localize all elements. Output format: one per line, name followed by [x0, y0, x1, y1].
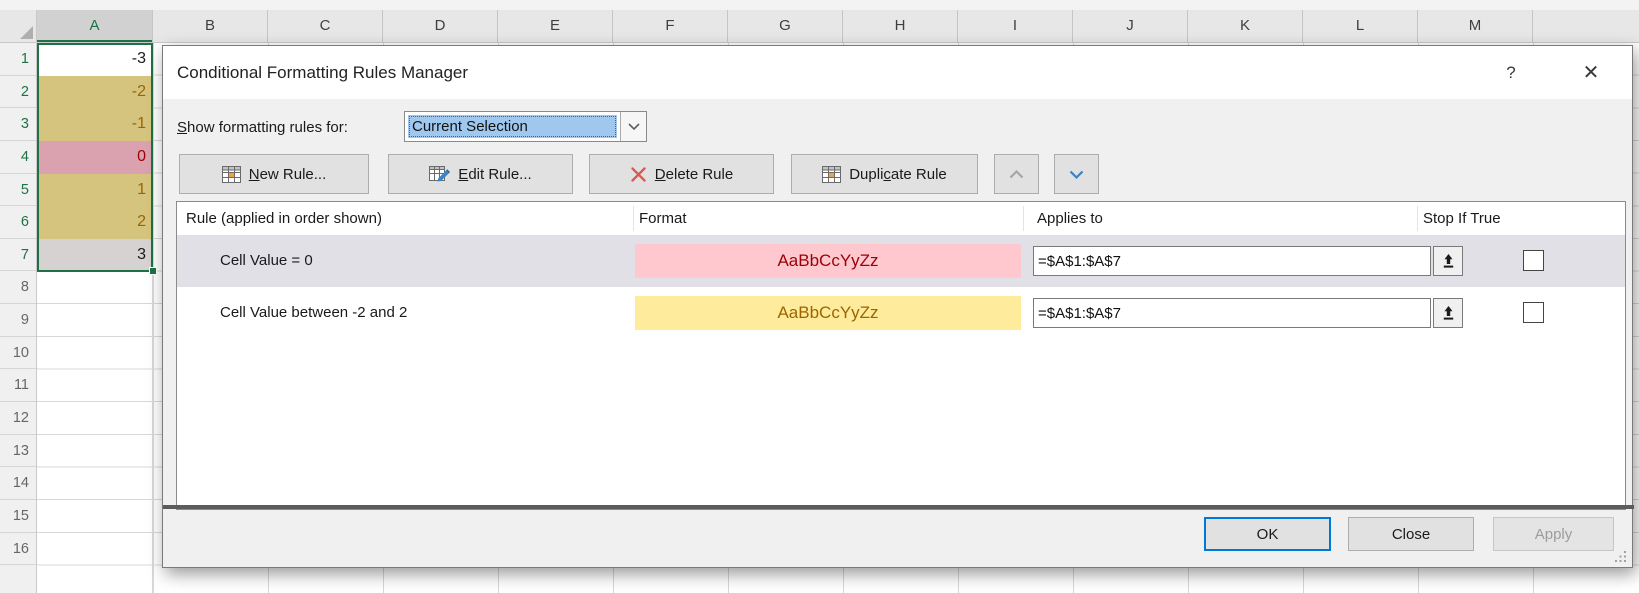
close-button[interactable]: Close [1348, 517, 1474, 551]
applies-to-field [1033, 298, 1463, 328]
rule-description: Cell Value = 0 [220, 235, 313, 287]
show-rules-for-combobox[interactable]: Current Selection [404, 111, 647, 142]
applies-to-input[interactable] [1033, 246, 1431, 276]
column-header-partial[interactable] [1533, 10, 1639, 42]
column-header-G[interactable]: G [728, 10, 843, 42]
column-header-K[interactable]: K [1188, 10, 1303, 42]
range-picker-button[interactable] [1433, 246, 1463, 276]
row-header-2[interactable]: 2 [0, 76, 36, 109]
edit-rule-label: Edit Rule... [458, 166, 531, 183]
applies-to-field [1033, 246, 1463, 276]
duplicate-rule-label: Duplicate Rule [849, 166, 947, 183]
conditional-formatting-rules-manager-dialog: Conditional Formatting Rules Manager ? ✕… [162, 45, 1633, 568]
row-header-3[interactable]: 3 [0, 108, 36, 141]
row-header-15[interactable]: 15 [0, 500, 36, 533]
stop-if-true-checkbox[interactable] [1523, 302, 1544, 323]
footer-separator [163, 505, 1634, 509]
new-rule-label: New Rule... [249, 166, 327, 183]
range-picker-button[interactable] [1433, 298, 1463, 328]
header-rule: Rule (applied in order shown) [186, 202, 382, 235]
column-header-L[interactable]: L [1303, 10, 1418, 42]
column-header-D[interactable]: D [383, 10, 498, 42]
row-header-column: 12345678910111213141516 [0, 43, 37, 593]
rules-list-header: Rule (applied in order shown) Format App… [177, 202, 1625, 235]
rule-row[interactable]: Cell Value between -2 and 2 AaBbCcYyZz [177, 287, 1625, 339]
column-header-H[interactable]: H [843, 10, 958, 42]
new-rule-table-icon [222, 166, 241, 183]
delete-rule-button[interactable]: Delete Rule [589, 154, 774, 194]
row-header-16[interactable]: 16 [0, 533, 36, 566]
chevron-up-icon [1008, 169, 1025, 180]
rule-row[interactable]: Cell Value = 0 AaBbCcYyZz [177, 235, 1625, 287]
combobox-dropdown-button[interactable] [620, 112, 646, 141]
column-header-F[interactable]: F [613, 10, 728, 42]
column-header-A[interactable]: A [37, 10, 153, 42]
chevron-down-icon [1068, 169, 1085, 180]
column-header-B[interactable]: B [153, 10, 268, 42]
column-header-I[interactable]: I [958, 10, 1073, 42]
row-header-6[interactable]: 6 [0, 206, 36, 239]
collapse-dialog-icon [1441, 253, 1456, 269]
close-icon: ✕ [1583, 60, 1600, 85]
duplicate-rule-table-icon [822, 166, 841, 183]
dialog-close-button[interactable]: ✕ [1563, 46, 1619, 99]
help-button[interactable]: ? [1491, 46, 1531, 99]
rule-format-preview: AaBbCcYyZz [635, 244, 1021, 278]
row-header-5[interactable]: 5 [0, 174, 36, 207]
header-applies-to: Applies to [1037, 202, 1103, 235]
row-header-10[interactable]: 10 [0, 337, 36, 370]
help-icon: ? [1506, 63, 1515, 83]
row-header-13[interactable]: 13 [0, 435, 36, 468]
move-rule-down-button[interactable] [1054, 154, 1099, 194]
header-format: Format [639, 202, 687, 235]
ok-button[interactable]: OK [1204, 517, 1331, 551]
row-header-9[interactable]: 9 [0, 304, 36, 337]
collapse-dialog-icon [1441, 305, 1456, 321]
row-header-11[interactable]: 11 [0, 369, 36, 402]
column-header-C[interactable]: C [268, 10, 383, 42]
duplicate-rule-button[interactable]: Duplicate Rule [791, 154, 978, 194]
selection-border [37, 43, 153, 272]
selection-fill-handle[interactable] [149, 267, 157, 275]
row-header-14[interactable]: 14 [0, 467, 36, 500]
resize-grip-icon[interactable] [1614, 550, 1627, 563]
column-header-M[interactable]: M [1418, 10, 1533, 42]
header-separator [1023, 206, 1024, 231]
header-stop-if-true: Stop If True [1423, 202, 1501, 235]
header-separator [1417, 206, 1418, 231]
rule-format-preview: AaBbCcYyZz [635, 296, 1021, 330]
delete-rule-label: Delete Rule [655, 166, 733, 183]
edit-rule-button[interactable]: Edit Rule... [388, 154, 573, 194]
rule-description: Cell Value between -2 and 2 [220, 287, 407, 339]
sheet-top-strip [0, 0, 1639, 10]
column-header-row: ABCDEFGHIJKLM [37, 10, 1639, 43]
chevron-down-icon [627, 122, 641, 131]
select-all-corner[interactable] [0, 10, 37, 43]
column-header-E[interactable]: E [498, 10, 613, 42]
row-header-7[interactable]: 7 [0, 239, 36, 272]
rules-list: Rule (applied in order shown) Format App… [176, 201, 1626, 510]
combobox-selected-value: Current Selection [408, 115, 617, 138]
move-rule-up-button[interactable] [994, 154, 1039, 194]
show-rules-for-label: Show formatting rules for: [177, 112, 348, 143]
row-header-8[interactable]: 8 [0, 271, 36, 304]
header-separator [633, 206, 634, 231]
row-header-1[interactable]: 1 [0, 43, 36, 76]
stop-if-true-checkbox[interactable] [1523, 250, 1544, 271]
select-all-triangle-icon [20, 26, 33, 39]
row-header-4[interactable]: 4 [0, 141, 36, 174]
rules-rows: Cell Value = 0 AaBbCcYyZz Cell Value bet… [177, 235, 1625, 339]
dialog-title: Conditional Formatting Rules Manager [177, 46, 468, 99]
delete-x-icon [630, 166, 647, 183]
edit-rule-pencil-icon [429, 165, 450, 183]
column-header-J[interactable]: J [1073, 10, 1188, 42]
row-header-12[interactable]: 12 [0, 402, 36, 435]
applies-to-input[interactable] [1033, 298, 1431, 328]
new-rule-button[interactable]: New Rule... [179, 154, 369, 194]
apply-button[interactable]: Apply [1493, 517, 1614, 551]
